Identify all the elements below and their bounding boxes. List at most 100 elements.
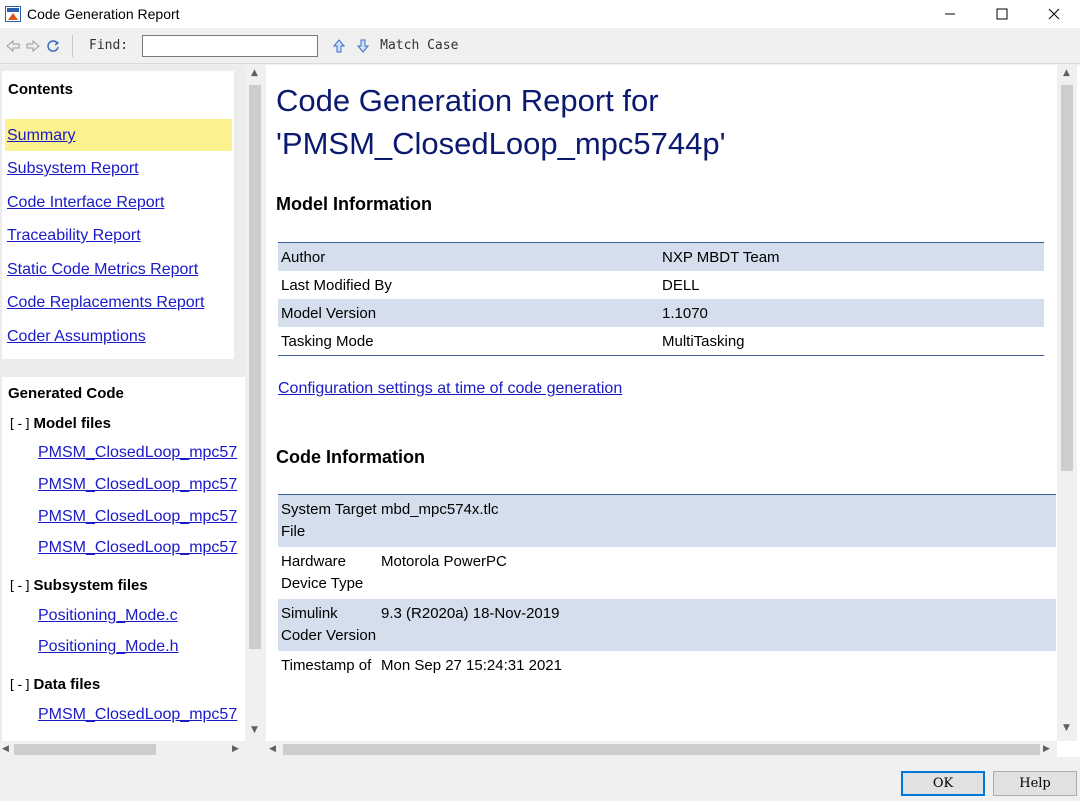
report-title-line1: Code Generation Report for bbox=[276, 83, 659, 118]
maximize-icon bbox=[996, 8, 1008, 20]
minimize-button[interactable] bbox=[924, 0, 976, 28]
scroll-down-arrow-icon[interactable]: ▼ bbox=[1063, 723, 1070, 733]
row-value: Mon Sep 27 15:24:31 2021 bbox=[381, 657, 562, 674]
matlab-app-icon bbox=[5, 6, 21, 22]
row-value: Motorola PowerPC bbox=[381, 553, 507, 570]
minimize-icon bbox=[945, 13, 955, 15]
arrow-down-icon bbox=[357, 39, 370, 53]
toc-link-subsystem-report[interactable]: Subsystem Report bbox=[7, 160, 139, 178]
file-link[interactable]: PMSM_ClosedLoop_mpc57 bbox=[38, 508, 237, 526]
toolbar-separator bbox=[72, 34, 73, 57]
group-label: Data files bbox=[33, 676, 101, 693]
file-link[interactable]: PMSM_ClosedLoop_mpc57 bbox=[38, 444, 237, 462]
toc-link-traceability-report[interactable]: Traceability Report bbox=[7, 227, 141, 245]
arrow-up-icon bbox=[333, 38, 346, 52]
toc-link-coder-assumptions[interactable]: Coder Assumptions bbox=[7, 328, 146, 346]
file-link[interactable]: PMSM_ClosedLoop_mpc57 bbox=[38, 706, 237, 724]
toolbar: Find: Match Case bbox=[0, 28, 1080, 64]
back-button[interactable] bbox=[4, 37, 22, 55]
table-row: Timestamp of Mon Sep 27 15:24:31 2021 bbox=[278, 651, 1056, 681]
row-value: NXP MBDT Team bbox=[662, 248, 780, 266]
forward-button[interactable] bbox=[24, 37, 42, 55]
collapse-toggle[interactable]: [-] bbox=[8, 417, 31, 432]
collapse-toggle[interactable]: [-] bbox=[8, 579, 31, 594]
maximize-button[interactable] bbox=[976, 0, 1028, 28]
find-next-button[interactable] bbox=[354, 37, 372, 55]
code-information-heading: Code Information bbox=[276, 447, 425, 467]
data-files-group[interactable]: [-] Data files bbox=[8, 676, 100, 693]
contents-title: Contents bbox=[8, 81, 73, 98]
file-link[interactable]: PMSM_ClosedLoop_mpc57 bbox=[38, 539, 237, 557]
report-title: Code Generation Report for 'PMSM_ClosedL… bbox=[276, 79, 726, 165]
row-value: 1.1070 bbox=[662, 304, 708, 322]
find-input[interactable] bbox=[142, 34, 319, 57]
report-vertical-scrollbar[interactable]: ▲ ▼ bbox=[1057, 65, 1077, 741]
table-row: Hardware Device Type Motorola PowerPC bbox=[278, 547, 1056, 599]
scroll-up-arrow-icon[interactable]: ▲ bbox=[251, 68, 258, 78]
scrollbar-thumb[interactable] bbox=[283, 744, 1040, 755]
close-icon bbox=[1048, 8, 1060, 20]
code-information-table: System Target File mbd_mpc574x.tlc Hardw… bbox=[278, 494, 1056, 681]
subsystem-files-group[interactable]: [-] Subsystem files bbox=[8, 577, 148, 594]
collapse-toggle[interactable]: [-] bbox=[8, 678, 31, 693]
model-files-group[interactable]: [-] Model files bbox=[8, 415, 111, 432]
report-content: Code Generation Report for 'PMSM_ClosedL… bbox=[266, 65, 1080, 757]
row-key: Timestamp of bbox=[281, 657, 372, 674]
find-label: Find: bbox=[89, 38, 129, 53]
configuration-settings-link[interactable]: Configuration settings at time of code g… bbox=[278, 380, 622, 398]
scrollbar-thumb[interactable] bbox=[249, 85, 261, 649]
refresh-icon bbox=[47, 39, 60, 52]
toc-link-summary[interactable]: Summary bbox=[7, 127, 75, 145]
generated-code-title: Generated Code bbox=[8, 385, 124, 402]
file-link[interactable]: PMSM_ClosedLoop_mpc57 bbox=[38, 476, 237, 494]
window-title: Code Generation Report bbox=[27, 6, 180, 22]
back-arrow-icon bbox=[6, 39, 20, 52]
model-information-heading: Model Information bbox=[276, 194, 432, 214]
row-value: mbd_mpc574x.tlc bbox=[381, 501, 499, 518]
scroll-left-arrow-icon[interactable]: ◀ bbox=[2, 744, 9, 754]
report-horizontal-scrollbar[interactable]: ◀ ▶ bbox=[266, 741, 1057, 758]
scroll-right-arrow-icon[interactable]: ▶ bbox=[232, 744, 239, 754]
report-title-line2: 'PMSM_ClosedLoop_mpc5744p' bbox=[276, 126, 726, 161]
match-case-toggle[interactable]: Match Case bbox=[380, 38, 458, 53]
scrollbar-thumb[interactable] bbox=[14, 744, 156, 755]
ok-button[interactable]: OK bbox=[901, 771, 985, 796]
contents-panel bbox=[2, 71, 234, 359]
table-row: Tasking Mode MultiTasking bbox=[278, 327, 1044, 355]
row-value: MultiTasking bbox=[662, 332, 745, 350]
navigation-vertical-scrollbar[interactable]: ▲ ▼ bbox=[245, 65, 265, 741]
scroll-left-arrow-icon[interactable]: ◀ bbox=[269, 744, 276, 754]
row-key: System Target File bbox=[281, 501, 377, 540]
scroll-down-arrow-icon[interactable]: ▼ bbox=[251, 725, 258, 735]
table-row: Author NXP MBDT Team bbox=[278, 243, 1044, 271]
report-window: Code Generation Report Find: Match Case … bbox=[0, 0, 1080, 801]
file-link[interactable]: Positioning_Mode.h bbox=[38, 638, 179, 656]
group-label: Subsystem files bbox=[33, 577, 148, 594]
forward-arrow-icon bbox=[26, 39, 40, 52]
toc-link-static-code-metrics-report[interactable]: Static Code Metrics Report bbox=[7, 261, 198, 279]
model-information-table: Author NXP MBDT Team Last Modified By DE… bbox=[278, 242, 1044, 356]
row-value: 9.3 (R2020a) 18-Nov-2019 bbox=[381, 605, 560, 622]
toc-link-code-interface-report[interactable]: Code Interface Report bbox=[7, 194, 164, 212]
refresh-button[interactable] bbox=[44, 37, 62, 55]
row-key: Tasking Mode bbox=[281, 332, 374, 350]
row-value: DELL bbox=[662, 276, 700, 294]
table-row: System Target File mbd_mpc574x.tlc bbox=[278, 495, 1056, 547]
close-button[interactable] bbox=[1028, 0, 1080, 28]
table-row: Last Modified By DELL bbox=[278, 271, 1044, 299]
scroll-up-arrow-icon[interactable]: ▲ bbox=[1063, 68, 1070, 78]
table-row: Model Version 1.1070 bbox=[278, 299, 1044, 327]
row-key: Simulink Coder Version bbox=[281, 605, 377, 644]
scrollbar-thumb[interactable] bbox=[1061, 85, 1073, 471]
toc-link-code-replacements-report[interactable]: Code Replacements Report bbox=[7, 294, 204, 312]
row-key: Last Modified By bbox=[281, 276, 392, 294]
navigation-pane: Contents Summary Subsystem Report Code I… bbox=[0, 65, 265, 741]
row-key: Author bbox=[281, 248, 326, 266]
file-link[interactable]: Positioning_Mode.c bbox=[38, 607, 178, 625]
row-key: Model Version bbox=[281, 304, 377, 322]
group-label: Model files bbox=[33, 415, 111, 432]
help-button[interactable]: Help bbox=[993, 771, 1077, 796]
scroll-right-arrow-icon[interactable]: ▶ bbox=[1043, 744, 1050, 754]
find-previous-button[interactable] bbox=[330, 37, 348, 55]
navigation-horizontal-scrollbar[interactable]: ◀ ▶ bbox=[0, 741, 245, 758]
